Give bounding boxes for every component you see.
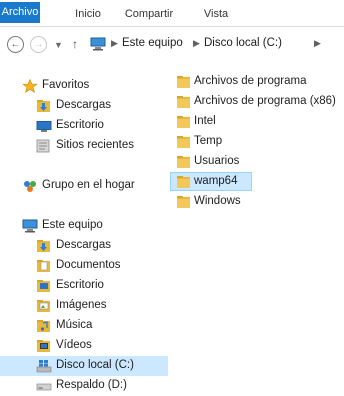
homegroup-icon bbox=[24, 181, 36, 192]
folder-icon bbox=[177, 156, 190, 168]
folder-icon bbox=[177, 116, 190, 128]
tab-inicio[interactable]: Inicio bbox=[66, 5, 110, 23]
folder-icon bbox=[177, 176, 190, 188]
nav-item-pc-escritorio[interactable]: Escritorio bbox=[0, 276, 168, 296]
pictures-folder-icon bbox=[37, 300, 50, 312]
nav-label: Vídeos bbox=[56, 339, 92, 351]
breadcrumb-este-equipo[interactable]: Este equipo bbox=[122, 37, 183, 49]
tab-vista[interactable]: Vista bbox=[198, 5, 234, 23]
desktop-folder-icon bbox=[37, 280, 50, 292]
up-button[interactable]: ↑ bbox=[72, 37, 78, 51]
nav-item-escritorio[interactable]: Escritorio bbox=[0, 116, 168, 136]
downloads-folder-icon bbox=[37, 100, 50, 112]
nav-item-sitios-recientes[interactable]: Sitios recientes bbox=[0, 136, 168, 156]
folder-name: wamp64 bbox=[194, 175, 238, 187]
nav-item-pc-disco-local[interactable]: Disco local (C:) bbox=[0, 356, 168, 376]
nav-label: Favoritos bbox=[42, 79, 90, 91]
nav-label: Documentos bbox=[56, 259, 121, 271]
downloads-folder-icon bbox=[37, 240, 50, 252]
nav-label: Descargas bbox=[56, 99, 111, 111]
folder-item[interactable]: Archivos de programa (x86) bbox=[168, 92, 344, 112]
nav-item-pc-videos[interactable]: Vídeos bbox=[0, 336, 168, 356]
nav-label: Escritorio bbox=[56, 279, 104, 291]
folder-item-selected[interactable]: wamp64 bbox=[168, 172, 344, 192]
folder-icon bbox=[177, 76, 190, 88]
folder-item[interactable]: Usuarios bbox=[168, 152, 344, 172]
folder-name: Archivos de programa bbox=[194, 75, 307, 87]
breadcrumb-separator: ▶ bbox=[314, 38, 321, 48]
back-button[interactable]: ← bbox=[7, 36, 24, 53]
star-icon bbox=[22, 79, 38, 93]
nav-item-pc-musica[interactable]: Música bbox=[0, 316, 168, 336]
folder-icon bbox=[177, 196, 190, 208]
nav-item-pc-respaldo[interactable]: Respaldo (D:) bbox=[0, 376, 168, 396]
nav-item-descargas[interactable]: Descargas bbox=[0, 96, 168, 116]
nav-label: Disco local (C:) bbox=[56, 359, 134, 371]
nav-label: Este equipo bbox=[42, 219, 103, 231]
folder-item[interactable]: Archivos de programa bbox=[168, 72, 344, 92]
videos-folder-icon bbox=[37, 340, 50, 352]
breadcrumb-separator: ▶ bbox=[111, 38, 118, 48]
documents-folder-icon bbox=[37, 260, 50, 272]
folder-name: Temp bbox=[194, 135, 223, 147]
nav-item-pc-descargas[interactable]: Descargas bbox=[0, 236, 168, 256]
recent-locations-icon[interactable]: ▼ bbox=[54, 40, 63, 50]
navigation-pane: Favoritos Descargas Escritorio Sitios re… bbox=[0, 60, 168, 394]
nav-label: Escritorio bbox=[56, 119, 104, 131]
computer-icon bbox=[22, 219, 38, 233]
nav-label: Grupo en el hogar bbox=[42, 179, 135, 191]
nav-item-favoritos[interactable]: Favoritos bbox=[0, 76, 168, 96]
breadcrumb-separator: ▶ bbox=[193, 38, 200, 48]
tab-compartir[interactable]: Compartir bbox=[119, 5, 179, 23]
folder-name: Windows bbox=[194, 195, 241, 207]
nav-item-este-equipo[interactable]: Este equipo bbox=[0, 216, 168, 236]
recent-places-icon bbox=[36, 139, 50, 153]
nav-label: Música bbox=[56, 319, 93, 331]
nav-label: Sitios recientes bbox=[56, 139, 134, 151]
desktop-icon bbox=[36, 121, 52, 132]
nav-label: Respaldo (D:) bbox=[56, 379, 127, 391]
nav-item-pc-documentos[interactable]: Documentos bbox=[0, 256, 168, 276]
nav-item-pc-imagenes[interactable]: Imágenes bbox=[0, 296, 168, 316]
drive-icon bbox=[36, 383, 52, 391]
folder-item[interactable]: Intel bbox=[168, 112, 344, 132]
music-folder-icon bbox=[37, 320, 50, 332]
windows-drive-icon bbox=[36, 360, 52, 373]
folder-name: Archivos de programa (x86) bbox=[194, 95, 336, 107]
nav-label: Imágenes bbox=[56, 299, 107, 311]
forward-button[interactable]: → bbox=[30, 36, 47, 53]
folder-name: Intel bbox=[194, 115, 216, 127]
file-list: Archivos de programa Archivos de program… bbox=[168, 60, 344, 394]
ribbon: Archivo Inicio Compartir Vista bbox=[0, 0, 344, 27]
folder-icon bbox=[177, 96, 190, 108]
folder-name: Usuarios bbox=[194, 155, 240, 167]
folder-item[interactable]: Windows bbox=[168, 192, 344, 212]
breadcrumb-disco-local[interactable]: Disco local (C:) bbox=[204, 37, 282, 49]
nav-label: Descargas bbox=[56, 239, 111, 251]
nav-item-grupo-hogar[interactable]: Grupo en el hogar bbox=[0, 176, 168, 196]
folder-item[interactable]: Temp bbox=[168, 132, 344, 152]
address-bar-row: ← → ▼ ↑ ▶ Este equipo ▶ Disco local (C:)… bbox=[0, 28, 344, 60]
computer-icon bbox=[90, 37, 106, 51]
tab-archivo[interactable]: Archivo bbox=[0, 2, 40, 23]
folder-icon bbox=[177, 136, 190, 148]
address-box[interactable]: ▶ Este equipo ▶ Disco local (C:) ▶ bbox=[86, 35, 344, 55]
